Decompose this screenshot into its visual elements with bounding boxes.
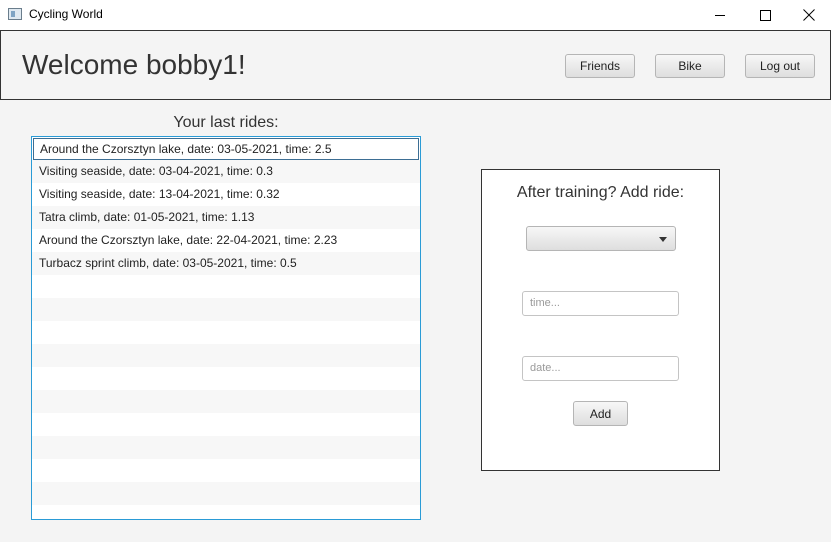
add-ride-heading: After training? Add ride: <box>516 184 685 201</box>
empty-list-row <box>32 321 420 344</box>
chevron-down-icon <box>659 237 667 242</box>
empty-list-row <box>32 367 420 390</box>
friends-button[interactable]: Friends <box>565 54 635 78</box>
rides-heading: Your last rides: <box>173 114 279 131</box>
empty-list-row <box>32 344 420 367</box>
maximize-icon <box>759 9 771 21</box>
empty-list-row <box>32 459 420 482</box>
ride-list-item[interactable]: Turbacz sprint climb, date: 03-05-2021, … <box>32 252 420 275</box>
time-input[interactable]: time... <box>522 291 679 316</box>
app-icon <box>8 8 22 20</box>
ride-list-item[interactable]: Around the Czorsztyn lake, date: 03-05-2… <box>33 138 419 160</box>
ride-list-item[interactable]: Visiting seaside, date: 13-04-2021, time… <box>32 183 420 206</box>
minimize-icon <box>715 14 725 16</box>
welcome-heading: Welcome bobby1! <box>22 49 246 80</box>
empty-list-row <box>32 482 420 505</box>
close-icon <box>803 9 815 21</box>
empty-list-row <box>32 275 420 298</box>
empty-list-row <box>32 298 420 321</box>
bike-button[interactable]: Bike <box>655 54 725 78</box>
window-title: Cycling World <box>29 7 103 21</box>
logout-button[interactable]: Log out <box>745 54 815 78</box>
empty-list-row <box>32 390 420 413</box>
title-bar: Cycling World <box>0 0 831 30</box>
route-select[interactable] <box>526 226 676 251</box>
empty-list-row <box>32 413 420 436</box>
rides-list[interactable]: Around the Czorsztyn lake, date: 03-05-2… <box>31 136 421 520</box>
ride-list-item[interactable]: Visiting seaside, date: 03-04-2021, time… <box>32 160 420 183</box>
maximize-button[interactable] <box>742 0 788 30</box>
ride-list-item[interactable]: Around the Czorsztyn lake, date: 22-04-2… <box>32 229 420 252</box>
date-input[interactable]: date... <box>522 356 679 381</box>
close-button[interactable] <box>786 0 831 30</box>
add-ride-button[interactable]: Add <box>573 401 628 426</box>
ride-list-item[interactable]: Tatra climb, date: 01-05-2021, time: 1.1… <box>32 206 420 229</box>
header-panel: Welcome bobby1! Friends Bike Log out <box>0 30 831 100</box>
add-ride-panel: After training? Add ride: time... date..… <box>481 169 720 471</box>
minimize-button[interactable] <box>697 0 743 30</box>
empty-list-row <box>32 436 420 459</box>
